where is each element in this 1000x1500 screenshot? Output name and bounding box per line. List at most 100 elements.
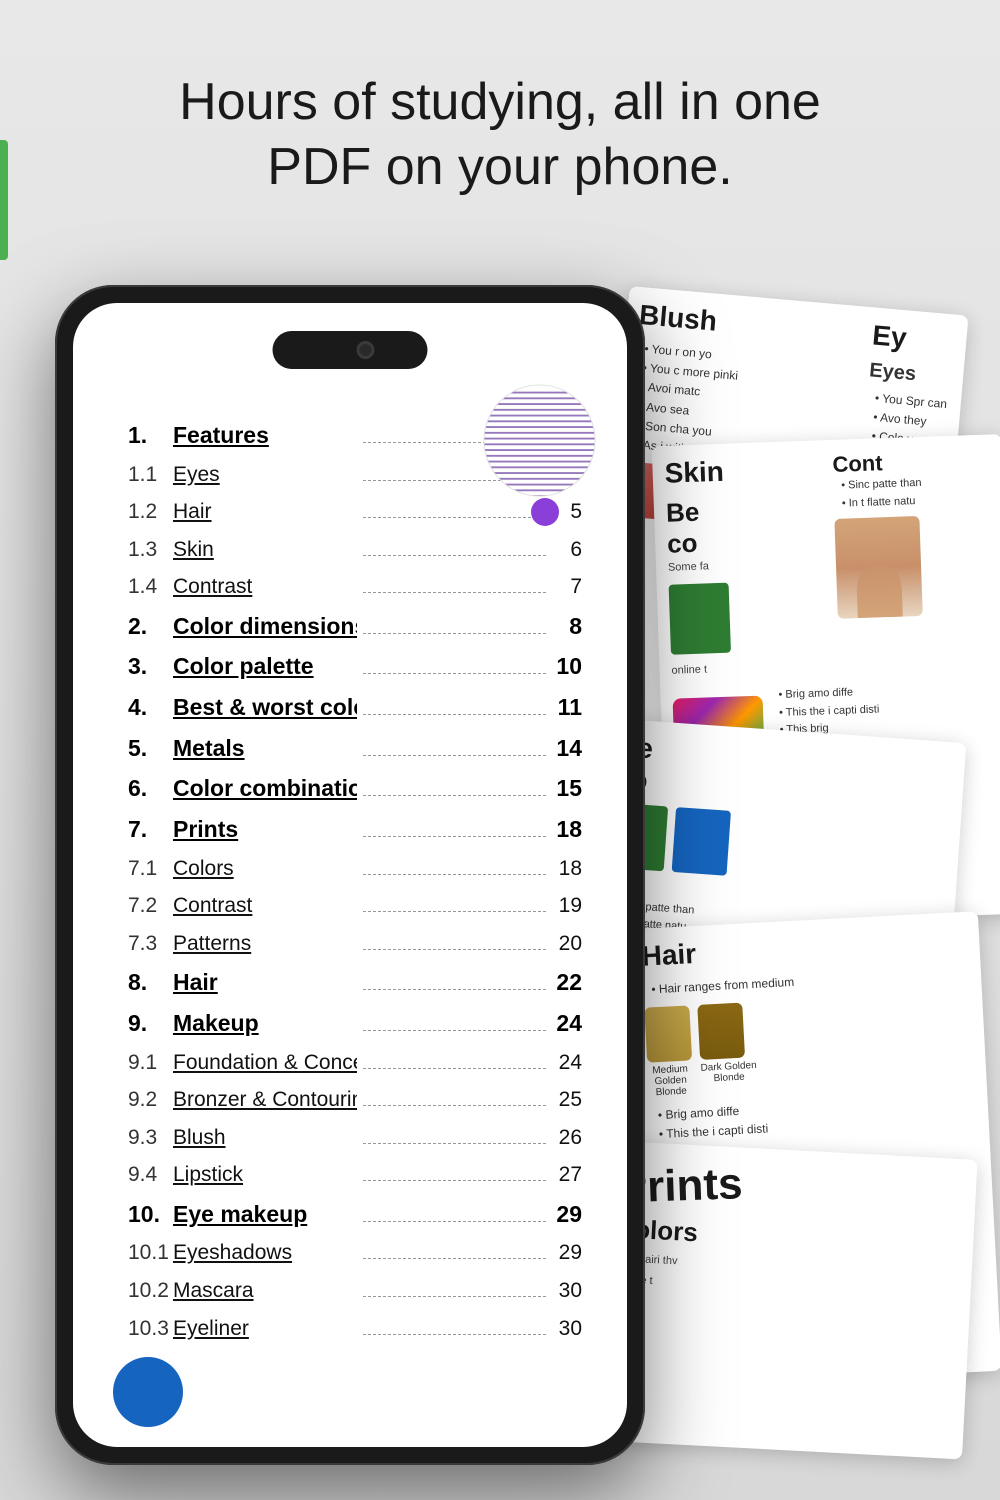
toc-item-skin: 1.3Skin6 [128,534,582,567]
toc-num: 10. [128,1197,173,1233]
toc-dots [363,836,547,837]
green-swatch [669,582,731,654]
toc-dots [363,633,547,634]
hair-swatch-dark-golden [697,1003,745,1060]
toc-title[interactable]: Eye makeup [173,1197,357,1233]
toc-item-bronzer---contouring: 9.2Bronzer & Contouring 25 [128,1084,582,1117]
toc-area: 1.Features41.1Eyes51.2Hair51.3Skin61.4Co… [73,398,627,1447]
toc-num: 10.1 [128,1237,173,1270]
page-heading-skin: Skin [664,452,823,489]
toc-page: 18 [552,812,582,848]
toc-title[interactable]: Eyes [173,459,357,492]
toc-title[interactable]: Makeup [173,1006,357,1042]
toc-num: 5. [128,731,173,767]
toc-item-color-dimensions: 2.Color dimensions8 [128,609,582,645]
person-photo [834,516,922,619]
toc-num: 7. [128,812,173,848]
toc-page: 26 [552,1122,582,1155]
toc-num: 7.1 [128,853,173,886]
toc-item-best---worst-colors: 4.Best & worst colors11 [128,690,582,726]
page-heading-best: Beco [666,492,826,559]
toc-page: 7 [552,571,582,604]
toc-page: 25 [552,1084,582,1117]
toc-item-colors: 7.1Colors 18 [128,853,582,886]
toc-num: 1.3 [128,534,173,567]
toc-title[interactable]: Best & worst colors [173,690,357,726]
toc-item-patterns: 7.3Patterns 20 [128,928,582,961]
toc-num: 10.3 [128,1313,173,1346]
toc-item-color-palette: 3.Color palette10 [128,649,582,685]
toc-item-color-combinations: 6.Color combinations15 [128,771,582,807]
toc-page: 24 [552,1006,582,1042]
toc-item-hair: 8.Hair 22 [128,965,582,1001]
toc-dots [363,1334,547,1335]
toc-dots [363,755,547,756]
toc-dots [363,1221,547,1222]
toc-page: 18 [552,853,582,886]
toc-title[interactable]: Bronzer & Contouring [173,1084,357,1117]
toc-dots [363,592,547,593]
toc-title[interactable]: Patterns [173,928,357,961]
toc-item-contrast: 7.2Contrast 19 [128,890,582,923]
bg-page-prints: Prints Colors A go nairi thv The t [592,1141,977,1460]
toc-num: 10.2 [128,1275,173,1308]
toc-num: 1.1 [128,459,173,492]
toc-title[interactable]: Blush [173,1122,357,1155]
toc-page: 22 [552,965,582,1001]
toc-title[interactable]: Color palette [173,649,357,685]
toc-page: 29 [552,1197,582,1233]
phone: 1.Features41.1Eyes51.2Hair51.3Skin61.4Co… [55,285,645,1470]
toc-num: 7.3 [128,928,173,961]
toc-title[interactable]: Prints [173,812,357,848]
phone-notch [273,331,428,369]
toc-item-blush: 9.3Blush26 [128,1122,582,1155]
phone-bottom-circle [113,1357,183,1427]
toc-page: 27 [552,1159,582,1192]
toc-item-hair: 1.2Hair5 [128,496,582,529]
camera-lens [356,341,374,359]
toc-title[interactable]: Color dimensions [173,609,357,645]
toc-item-foundation---concealer: 9.1Foundation & Concealer24 [128,1047,582,1080]
toc-num: 9.2 [128,1084,173,1117]
toc-title[interactable]: Color combinations [173,771,357,807]
toc-page: 20 [552,928,582,961]
toc-title[interactable]: Features [173,418,357,454]
toc-num: 3. [128,649,173,685]
toc-title[interactable]: Skin [173,534,357,567]
toc-title[interactable]: Contrast [173,890,357,923]
toc-num: 1.2 [128,496,173,529]
toc-page: 19 [552,890,582,923]
toc-title[interactable]: Eyeshadows [173,1237,357,1270]
header-title: Hours of studying, all in one PDF on you… [0,70,1000,200]
deco-dot-purple [531,498,559,526]
toc-title[interactable]: Lipstick [173,1159,357,1192]
toc-title[interactable]: Hair [173,965,357,1001]
toc-dots [363,949,547,950]
toc-item-mascara: 10.2Mascara30 [128,1275,582,1308]
toc-title[interactable]: Eyeliner [173,1313,357,1346]
toc-dots [363,673,547,674]
toc-dots [363,989,547,990]
toc-title[interactable]: Foundation & Concealer [173,1047,357,1080]
toc-num: 8. [128,965,173,1001]
toc-num: 1.4 [128,571,173,604]
toc-item-contrast: 1.4Contrast 7 [128,571,582,604]
page-heading-eye: Ey [871,319,955,358]
toc-title[interactable]: Colors [173,853,357,886]
toc-title[interactable]: Hair [173,496,357,529]
toc-dots [363,874,547,875]
toc-dots [363,714,547,715]
toc-dots [363,1068,547,1069]
toc-title[interactable]: Contrast [173,571,357,604]
toc-dots [363,517,547,518]
phone-screen: 1.Features41.1Eyes51.2Hair51.3Skin61.4Co… [73,303,627,1447]
toc-page: 11 [552,690,582,726]
toc-title[interactable]: Metals [173,731,357,767]
hair-swatch-medium-golden [644,1006,692,1063]
toc-page: 14 [552,731,582,767]
toc-page: 29 [552,1237,582,1270]
toc-page: 24 [552,1047,582,1080]
toc-title[interactable]: Mascara [173,1275,357,1308]
toc-num: 7.2 [128,890,173,923]
toc-num: 9.4 [128,1159,173,1192]
